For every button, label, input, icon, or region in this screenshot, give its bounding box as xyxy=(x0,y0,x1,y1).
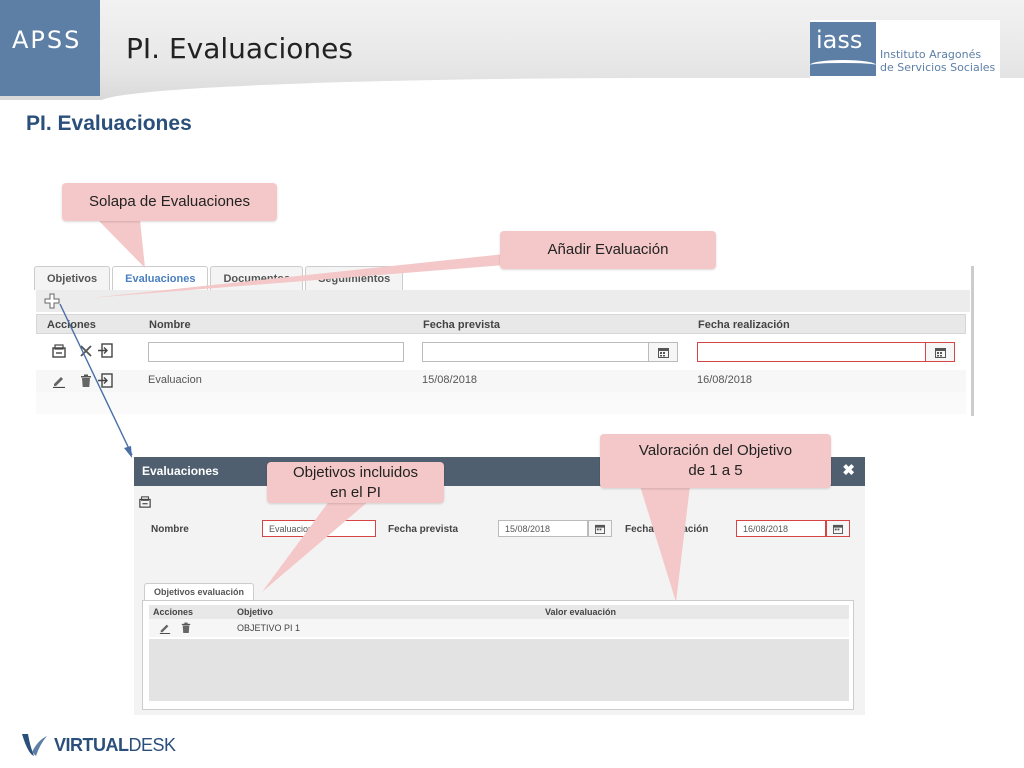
tab-objetivos[interactable]: Objetivos xyxy=(34,266,111,290)
delete-icon[interactable] xyxy=(181,622,191,634)
column-fecha-realizacion[interactable]: Fecha realización xyxy=(698,319,790,331)
table-row[interactable]: OBJETIVO PI 1 xyxy=(149,619,849,637)
fecha-realizacion-filter-input[interactable] xyxy=(697,342,955,362)
section-title: PI. Evaluaciones xyxy=(26,112,192,135)
callout-solapa: Solapa de Evaluaciones xyxy=(62,183,277,221)
tab-bar: Objetivos Evaluaciones Documentos Seguim… xyxy=(34,266,405,290)
iass-logo-line1: Instituto Aragonés xyxy=(880,48,982,61)
nombre-field[interactable]: Evaluacion xyxy=(262,520,376,537)
clear-icon[interactable] xyxy=(80,345,92,357)
calendar-icon xyxy=(833,524,843,534)
fecha-prevista-label: Fecha prevista xyxy=(388,524,459,535)
fecha-prevista-filter-input[interactable] xyxy=(422,342,678,362)
iass-logo-text: Instituto Aragonés de Servicios Sociales xyxy=(880,48,995,74)
close-icon[interactable]: ✖ xyxy=(842,461,855,479)
callout-objetivos-line2: en el PI xyxy=(330,483,381,501)
callout-valoracion: Valoración del Objetivo de 1 a 5 xyxy=(600,434,831,488)
tab-documentos[interactable]: Documentos xyxy=(210,266,304,290)
virtualdesk-text: VIRTUALDESK xyxy=(54,735,176,756)
arrow-head xyxy=(124,446,132,458)
fecha-realizacion-field[interactable]: 16/08/2018 xyxy=(736,520,826,537)
column-acciones: Acciones xyxy=(47,319,96,331)
callout-objetivos: Objetivos incluidos en el PI xyxy=(267,462,444,503)
tab-objetivos-evaluacion[interactable]: Objetivos evaluación xyxy=(144,583,255,600)
fecha-realizacion-label: Fecha realización xyxy=(625,524,709,535)
edit-icon[interactable] xyxy=(52,374,66,388)
open-icon[interactable] xyxy=(97,373,113,388)
slide: APSS PI. Evaluaciones iass Instituto Ara… xyxy=(0,0,1024,768)
apply-filter-icon[interactable] xyxy=(97,343,113,358)
slide-title: PI. Evaluaciones xyxy=(126,32,353,65)
row-objetivo: OBJETIVO PI 1 xyxy=(237,623,301,633)
objetivos-panel: Acciones Objetivo Valor evaluación OBJET… xyxy=(142,600,854,710)
evaluaciones-dialog: Evaluaciones ✖ Nombre Evaluacion Fecha p… xyxy=(134,457,865,715)
iass-logo-abbrev: iass xyxy=(816,26,863,54)
iass-logo-mark: iass xyxy=(810,22,876,76)
iass-wave xyxy=(810,60,876,70)
column-fecha-prevista[interactable]: Fecha prevista xyxy=(423,319,500,331)
callout-objetivos-line1: Objetivos incluidos xyxy=(292,463,419,481)
virtualdesk-light: DESK xyxy=(128,734,177,755)
fecha-realizacion-calendar-button[interactable] xyxy=(826,520,850,537)
iass-logo: iass Instituto Aragonés de Servicios Soc… xyxy=(810,20,1000,78)
row-fecha-prevista: 15/08/2018 xyxy=(422,374,478,386)
save-icon[interactable] xyxy=(52,344,66,358)
callout-anadir: Añadir Evaluación xyxy=(500,231,716,269)
fecha-prevista-field[interactable]: 15/08/2018 xyxy=(498,520,588,537)
evaluaciones-panel: Objetivos Evaluaciones Documentos Seguim… xyxy=(34,266,974,416)
calendar-icon xyxy=(934,347,946,358)
nombre-label: Nombre xyxy=(151,524,189,535)
virtualdesk-bold: VIRTUAL xyxy=(54,734,129,755)
table-row[interactable]: Evaluacion 15/08/2018 16/08/2018 xyxy=(36,370,966,392)
add-evaluation-icon[interactable] xyxy=(44,293,60,309)
grid-header: Acciones Nombre Fecha prevista Fecha rea… xyxy=(36,314,966,334)
column-nombre[interactable]: Nombre xyxy=(149,319,191,331)
calendar-icon xyxy=(657,347,669,358)
column-valor-evaluacion[interactable]: Valor evaluación xyxy=(545,607,616,617)
tab-seguimientos[interactable]: Seguimientos xyxy=(305,266,404,290)
fecha-prevista-calendar-button[interactable] xyxy=(588,520,612,537)
callout-valoracion-line1: Valoración del Objetivo xyxy=(638,442,793,459)
delete-icon[interactable] xyxy=(80,374,92,388)
fecha-realizacion-calendar-button[interactable] xyxy=(925,342,955,362)
virtualdesk-mark-icon xyxy=(22,734,47,756)
callout-valoracion-line2: de 1 a 5 xyxy=(688,462,743,479)
save-icon[interactable] xyxy=(139,496,151,508)
calendar-icon xyxy=(595,524,605,534)
edit-icon[interactable] xyxy=(159,622,171,634)
column-acciones: Acciones xyxy=(153,607,194,617)
solapa-pointer xyxy=(98,220,145,268)
nombre-filter-input[interactable] xyxy=(148,342,404,362)
filter-row xyxy=(36,334,966,370)
grid-empty-area xyxy=(36,392,966,414)
column-objetivo[interactable]: Objetivo xyxy=(237,607,273,617)
virtualdesk-logo: VIRTUALDESK xyxy=(20,730,176,760)
apss-logo: APSS xyxy=(0,0,100,96)
toolbar xyxy=(36,290,970,312)
grid-empty-area xyxy=(149,639,849,701)
tab-evaluaciones[interactable]: Evaluaciones xyxy=(112,266,209,290)
apss-logo-text: APSS xyxy=(12,26,82,54)
row-fecha-realizacion: 16/08/2018 xyxy=(697,374,753,386)
dialog-title: Evaluaciones xyxy=(142,464,219,478)
row-nombre: Evaluacion xyxy=(148,374,202,386)
iass-logo-line2: de Servicios Sociales xyxy=(880,61,996,74)
dialog-body: Nombre Evaluacion Fecha prevista 15/08/2… xyxy=(134,486,865,715)
objetivos-grid-header: Acciones Objetivo Valor evaluación xyxy=(149,605,849,619)
fecha-prevista-calendar-button[interactable] xyxy=(648,342,678,362)
